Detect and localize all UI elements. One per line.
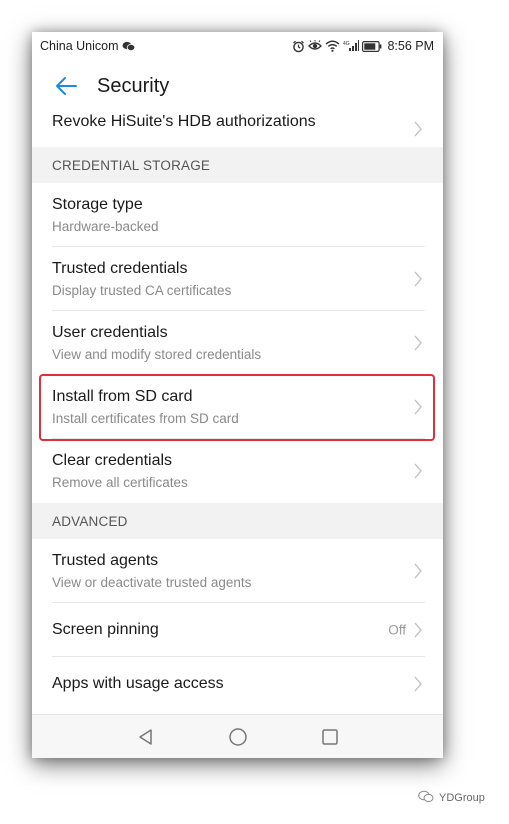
settings-list: Revoke HiSuite's HDB authorizations CRED… [32,109,443,711]
chevron-right-icon [414,676,422,692]
list-item-subtitle: View or deactivate trusted agents [52,574,252,590]
battery-icon [362,40,382,52]
chevron-right-icon [414,335,422,351]
app-bar: Security [32,60,443,112]
wechat-icon [122,41,135,52]
list-item-title: User credentials [52,323,168,341]
screen-pinning-value: Off [388,622,406,638]
list-item-title: Storage type [52,195,143,213]
wechat-logo-icon [418,790,434,806]
eye-icon [308,40,323,52]
chevron-right-icon [414,271,422,287]
wifi-icon [325,40,340,52]
list-item-title: Clear credentials [52,451,173,469]
alarm-icon [292,40,305,53]
status-right: 4G 8:56 PM [292,39,434,53]
home-circle-icon[interactable] [223,722,253,752]
list-item-subtitle: Hardware-backed [52,218,159,234]
list-item-apps-with-usage-access[interactable]: Apps with usage access [32,657,443,711]
carrier-name: China Unicom [40,39,119,53]
chevron-right-icon [414,622,422,638]
list-item-trusted-credentials[interactable]: Trusted credentials Display trusted CA c… [32,247,443,311]
status-bar: China Unicom 4G 8:56 PM [32,32,443,60]
status-time: 8:56 PM [387,39,434,53]
page-title: Security [97,74,170,97]
section-header-advanced: ADVANCED [32,503,443,539]
chevron-right-icon [414,121,422,137]
list-item-title: Trusted credentials [52,259,188,277]
list-item-title: Install from SD card [52,387,193,405]
status-left: China Unicom [40,39,135,53]
list-item-subtitle: Install certificates from SD card [52,410,239,426]
list-item-trusted-agents[interactable]: Trusted agents View or deactivate truste… [32,539,443,603]
back-triangle-icon[interactable] [131,722,161,752]
watermark-text: YDGroup [439,792,485,804]
chevron-right-icon [414,399,422,415]
list-item-clear-credentials[interactable]: Clear credentials Remove all certificate… [32,439,443,503]
navigation-bar [32,714,443,758]
chevron-right-icon [414,563,422,579]
list-item-title: Screen pinning [52,621,159,638]
list-item-subtitle: Display trusted CA certificates [52,282,232,298]
chevron-right-icon [414,463,422,479]
svg-text:4G: 4G [343,41,350,47]
list-item-screen-pinning[interactable]: Screen pinning Off [32,603,443,657]
list-item-revoke-hisuite[interactable]: Revoke HiSuite's HDB authorizations [32,109,443,147]
list-item-title: Trusted agents [52,551,159,569]
watermark: YDGroup [418,790,485,806]
phone-screen: China Unicom 4G 8:56 PM Security Revoke … [32,32,443,758]
list-item-title: Apps with usage access [52,675,224,692]
list-item-storage-type[interactable]: Storage type Hardware-backed [32,183,443,247]
list-item-title: Revoke HiSuite's HDB authorizations [52,113,316,130]
list-item-install-from-sd-card[interactable]: Install from SD card Install certificate… [32,375,443,439]
list-item-user-credentials[interactable]: User credentials View and modify stored … [32,311,443,375]
section-header-credential-storage: CREDENTIAL STORAGE [32,147,443,183]
arrow-back-icon[interactable] [44,64,88,108]
signal-icon: 4G [343,40,360,52]
list-item-subtitle: Remove all certificates [52,474,188,490]
list-item-subtitle: View and modify stored credentials [52,346,262,362]
recents-square-icon[interactable] [315,722,345,752]
